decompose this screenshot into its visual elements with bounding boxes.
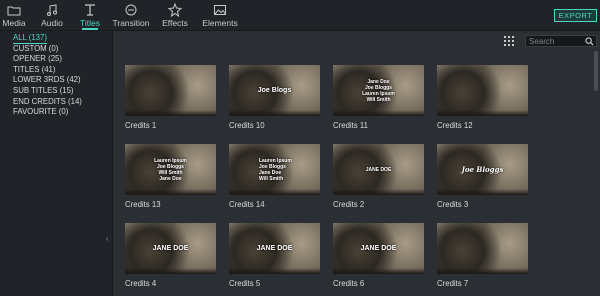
category-item[interactable]: SUB TITLES (15) — [13, 86, 74, 95]
titles-grid: Credits 1 Joe Blogs Credits 10 Jane Doe Joe … — [113, 51, 593, 296]
title-template-label: Credits 2 — [333, 200, 365, 209]
title-thumbnail: JANE DOE — [229, 223, 320, 274]
title-template-card[interactable]: JANE DOE Credits 6 — [333, 223, 424, 288]
category-item[interactable]: END CREDITS (14) — [13, 97, 82, 106]
title-thumbnail: JANE DOE — [333, 223, 424, 274]
title-template-card[interactable]: JANE DOE Credits 2 — [333, 144, 424, 209]
title-template-card[interactable]: Joe Bloggs Credits 3 — [437, 144, 528, 209]
title-template-card[interactable]: JANE DOE Credits 4 — [125, 223, 216, 288]
title-thumbnail — [125, 65, 216, 116]
category-sidebar: ALL (137) CUSTOM (0) OPENER (25) TITLES (41… — [0, 31, 113, 296]
title-thumbnail: JANE DOE — [333, 144, 424, 195]
top-toolbar: Media Audio Titles Transition Effects Element… — [0, 0, 600, 31]
overlay-line: Jane Doe — [159, 175, 182, 182]
tab-label: Audio — [41, 18, 63, 28]
tab-label: Elements — [202, 18, 238, 28]
music-note-icon — [45, 3, 59, 17]
tab-titles[interactable]: Titles — [80, 0, 100, 30]
text-icon — [83, 3, 97, 17]
title-template-label: Credits 3 — [437, 200, 469, 209]
title-template-label: Credits 11 — [333, 121, 368, 130]
title-template-card[interactable]: Lauren Ipsum Joe Bloggs Will Smith Jane Doe… — [125, 144, 216, 209]
title-template-label: Credits 12 — [437, 121, 473, 130]
thumbnail-overlay-text: Lauren Ipsum Joe Bloggs Jane Doe Will Smith — [259, 158, 320, 182]
title-thumbnail: JANE DOE — [125, 223, 216, 274]
tab-transition[interactable]: Transition — [112, 0, 150, 30]
category-item[interactable]: OPENER (25) — [13, 54, 62, 63]
thumbnail-overlay-text: Joe Bloggs — [437, 164, 528, 174]
title-template-label: Credits 10 — [229, 121, 265, 130]
thumbnail-overlay-text: JANE DOE — [125, 245, 216, 253]
overlay-line: Joe Blogs — [257, 86, 292, 94]
thumbnail-overlay-text: Lauren Ipsum Joe Bloggs Will Smith Jane Doe — [125, 158, 216, 182]
overlay-line: JANE DOE — [256, 244, 293, 252]
category-item[interactable]: TITLES (41) — [13, 65, 55, 74]
title-thumbnail — [437, 223, 528, 274]
title-template-card[interactable]: Lauren Ipsum Joe Bloggs Jane Doe Will Smith… — [229, 144, 320, 209]
collapse-sidebar-handle[interactable]: ‹ — [106, 236, 108, 243]
title-template-label: Credits 6 — [333, 279, 365, 288]
export-button[interactable]: EXPORT — [554, 9, 597, 22]
title-template-card[interactable]: Joe Blogs Credits 10 — [229, 65, 320, 130]
tab-effects[interactable]: Effects — [162, 0, 188, 30]
overlay-line: Will Smith — [366, 96, 391, 103]
category-item[interactable]: ALL (137) — [13, 33, 47, 44]
title-thumbnail: Jane Doe Joe Bloggs Lauren Ipsum Will Smith — [333, 65, 424, 116]
search-input[interactable] — [526, 36, 583, 46]
grid-view-icon[interactable] — [504, 36, 514, 46]
tab-label: Transition — [112, 18, 150, 28]
title-template-card[interactable]: Credits 7 — [437, 223, 528, 288]
active-tab-indicator — [82, 28, 98, 30]
title-thumbnail: Joe Blogs — [229, 65, 320, 116]
title-template-label: Credits 1 — [125, 121, 157, 130]
thumbnail-overlay-text: JANE DOE — [333, 167, 424, 173]
category-item[interactable]: LOWER 3RDS (42) — [13, 75, 81, 84]
overlay-line: JANE DOE — [365, 166, 392, 173]
title-thumbnail — [437, 65, 528, 116]
overlay-line: JANE DOE — [152, 244, 189, 252]
tab-elements[interactable]: Elements — [202, 0, 238, 30]
image-icon — [213, 3, 227, 17]
thumbnail-overlay-text: Joe Blogs — [229, 87, 320, 95]
title-template-card[interactable]: Credits 12 — [437, 65, 528, 130]
thumbnail-overlay-text: Jane Doe Joe Bloggs Lauren Ipsum Will Smith — [333, 79, 424, 103]
tab-audio[interactable]: Audio — [41, 0, 63, 30]
tab-label: Titles — [80, 18, 100, 28]
effects-icon — [168, 3, 182, 17]
title-template-label: Credits 4 — [125, 279, 157, 288]
title-template-card[interactable]: Credits 1 — [125, 65, 216, 130]
title-template-label: Credits 7 — [437, 279, 469, 288]
title-thumbnail: Lauren Ipsum Joe Bloggs Jane Doe Will Smith — [229, 144, 320, 195]
library-toolbar — [113, 31, 600, 51]
tab-media[interactable]: Media — [2, 0, 26, 30]
search-icon[interactable] — [585, 36, 594, 46]
title-template-label: Credits 14 — [229, 200, 265, 209]
overlay-line: Will Smith — [259, 175, 284, 182]
tab-label: Media — [2, 18, 26, 28]
category-item[interactable]: CUSTOM (0) — [13, 44, 58, 53]
overlay-line: Joe Bloggs — [461, 164, 504, 174]
thumbnail-overlay-text: JANE DOE — [229, 245, 320, 253]
search-box — [525, 35, 597, 47]
scrollbar[interactable] — [594, 51, 598, 91]
title-template-label: Credits 5 — [229, 279, 261, 288]
title-template-card[interactable]: Jane Doe Joe Bloggs Lauren Ipsum Will Smith… — [333, 65, 424, 130]
category-item[interactable]: FAVOURITE (0) — [13, 107, 68, 116]
title-thumbnail: Joe Bloggs — [437, 144, 528, 195]
folder-icon — [7, 3, 21, 17]
overlay-line: JANE DOE — [360, 244, 397, 252]
title-template-card[interactable]: JANE DOE Credits 5 — [229, 223, 320, 288]
thumbnail-overlay-text: JANE DOE — [333, 245, 424, 253]
tab-label: Effects — [162, 18, 188, 28]
title-thumbnail: Lauren Ipsum Joe Bloggs Will Smith Jane Doe — [125, 144, 216, 195]
transition-icon — [124, 3, 138, 17]
title-template-label: Credits 13 — [125, 200, 161, 209]
